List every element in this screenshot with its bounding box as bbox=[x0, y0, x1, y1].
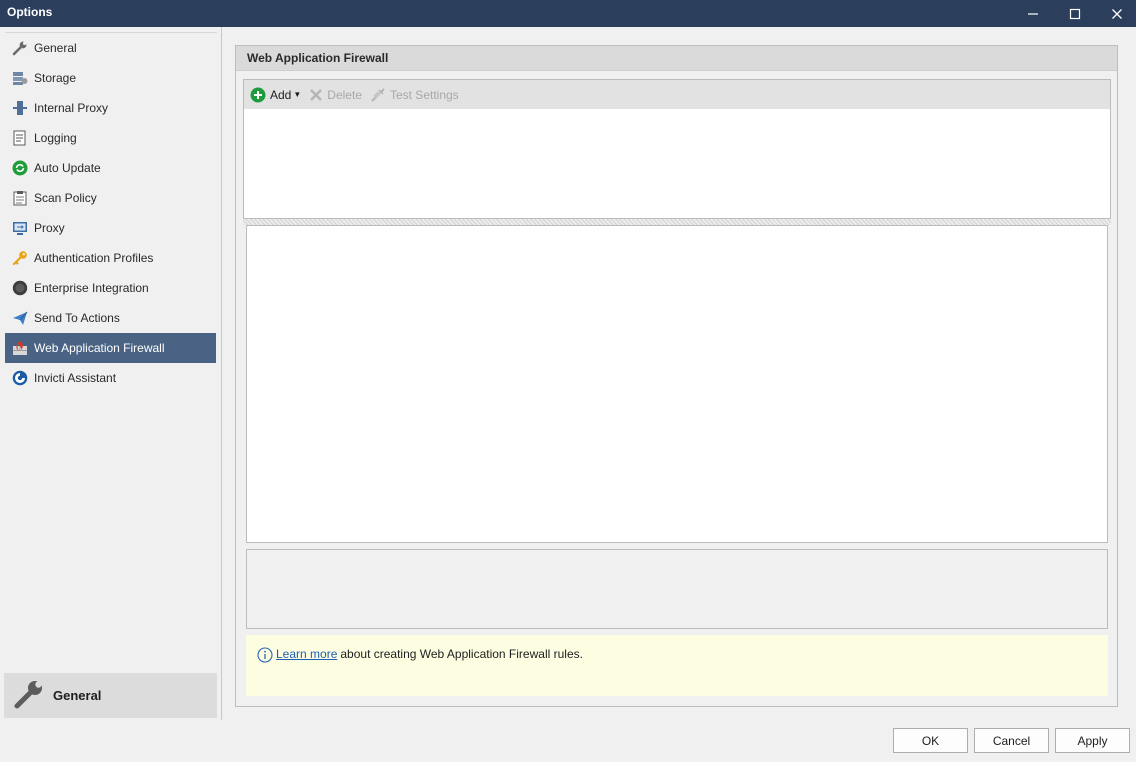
sidebar-group-label: General bbox=[53, 688, 102, 703]
maximize-icon bbox=[1069, 8, 1081, 19]
add-icon bbox=[250, 87, 266, 103]
window-title: Options bbox=[7, 5, 53, 19]
sidebar-item-label: Authentication Profiles bbox=[34, 251, 154, 265]
sidebar-item-label: Proxy bbox=[34, 221, 65, 235]
add-button[interactable]: Add ▼ bbox=[250, 87, 301, 103]
sidebar-item-label: Enterprise Integration bbox=[34, 281, 149, 295]
add-label: Add bbox=[270, 87, 292, 102]
title-bar: Options bbox=[0, 0, 1136, 27]
sidebar-item-scan-policy[interactable]: Scan Policy bbox=[5, 183, 216, 213]
learn-more-note: Learn more about creating Web Applicatio… bbox=[246, 635, 1108, 696]
note-text: about creating Web Application Firewall … bbox=[340, 647, 583, 661]
sidebar-item-label: General bbox=[34, 41, 77, 55]
sidebar-item-label: Logging bbox=[34, 131, 77, 145]
storage-icon bbox=[11, 70, 28, 87]
sidebar-item-enterprise-integration[interactable]: Enterprise Integration bbox=[5, 273, 216, 303]
rule-description-area bbox=[246, 549, 1108, 629]
sidebar-item-auto-update[interactable]: Auto Update bbox=[5, 153, 216, 183]
sidebar-item-label: Web Application Firewall bbox=[34, 341, 165, 355]
waf-panel: Web Application Firewall Add ▼ Delete Te… bbox=[235, 45, 1118, 707]
rule-details-area bbox=[246, 225, 1108, 543]
send-icon bbox=[11, 310, 28, 327]
sidebar-item-authentication-profiles[interactable]: Authentication Profiles bbox=[5, 243, 216, 273]
sidebar-item-logging[interactable]: Logging bbox=[5, 123, 216, 153]
sidebar-item-storage[interactable]: Storage bbox=[5, 63, 216, 93]
minimize-button[interactable] bbox=[1012, 0, 1054, 27]
sidebar-item-label: Scan Policy bbox=[34, 191, 97, 205]
test-settings-button[interactable]: Test Settings bbox=[370, 87, 459, 103]
sidebar-item-label: Invicti Assistant bbox=[34, 371, 117, 385]
close-button[interactable] bbox=[1096, 0, 1136, 27]
enterprise-icon bbox=[11, 280, 28, 297]
sidebar-item-label: Storage bbox=[34, 71, 77, 85]
close-icon bbox=[1112, 8, 1122, 19]
refresh-icon bbox=[11, 160, 28, 177]
sidebar-item-proxy[interactable]: Proxy bbox=[5, 213, 216, 243]
internal-proxy-icon bbox=[11, 100, 28, 117]
policy-icon bbox=[11, 190, 28, 207]
delete-icon bbox=[309, 88, 323, 102]
log-icon bbox=[11, 130, 28, 147]
ok-button[interactable]: OK bbox=[893, 728, 968, 753]
sidebar-item-invicti-assistant[interactable]: Invicti Assistant bbox=[5, 363, 216, 393]
sidebar-item-web-application-firewall[interactable]: Web Application Firewall bbox=[5, 333, 216, 363]
firewall-icon bbox=[11, 340, 28, 357]
wrench-icon bbox=[11, 40, 28, 57]
sidebar-item-label: Send To Actions bbox=[34, 311, 120, 325]
sidebar-item-general[interactable]: General bbox=[5, 33, 216, 63]
sidebar-item-label: Internal Proxy bbox=[34, 101, 109, 115]
minimize-icon bbox=[1028, 12, 1038, 15]
wrench-icon bbox=[13, 678, 45, 713]
options-sidebar: General Storage Internal Proxy Logging A… bbox=[0, 27, 222, 720]
info-icon bbox=[257, 647, 273, 666]
test-settings-label: Test Settings bbox=[389, 87, 459, 102]
key-icon bbox=[11, 250, 28, 267]
cancel-button[interactable]: Cancel bbox=[974, 728, 1049, 753]
panel-title: Web Application Firewall bbox=[236, 46, 1117, 71]
waf-rules-list[interactable]: Add ▼ Delete Test Settings bbox=[243, 79, 1111, 219]
learn-more-link[interactable]: Learn more bbox=[276, 647, 337, 661]
assistant-icon bbox=[11, 370, 28, 387]
test-settings-icon bbox=[370, 87, 386, 103]
waf-toolbar: Add ▼ Delete Test Settings bbox=[244, 80, 1110, 109]
proxy-icon bbox=[11, 220, 28, 237]
delete-label: Delete bbox=[327, 87, 362, 102]
sidebar-item-internal-proxy[interactable]: Internal Proxy bbox=[5, 93, 216, 123]
apply-button[interactable]: Apply bbox=[1055, 728, 1130, 753]
delete-button[interactable]: Delete bbox=[309, 88, 362, 102]
sidebar-item-send-to-actions[interactable]: Send To Actions bbox=[5, 303, 216, 333]
sidebar-group-general[interactable]: General bbox=[4, 673, 217, 718]
maximize-button[interactable] bbox=[1054, 0, 1096, 27]
chevron-down-icon: ▼ bbox=[293, 90, 302, 99]
sidebar-item-label: Auto Update bbox=[34, 161, 101, 175]
